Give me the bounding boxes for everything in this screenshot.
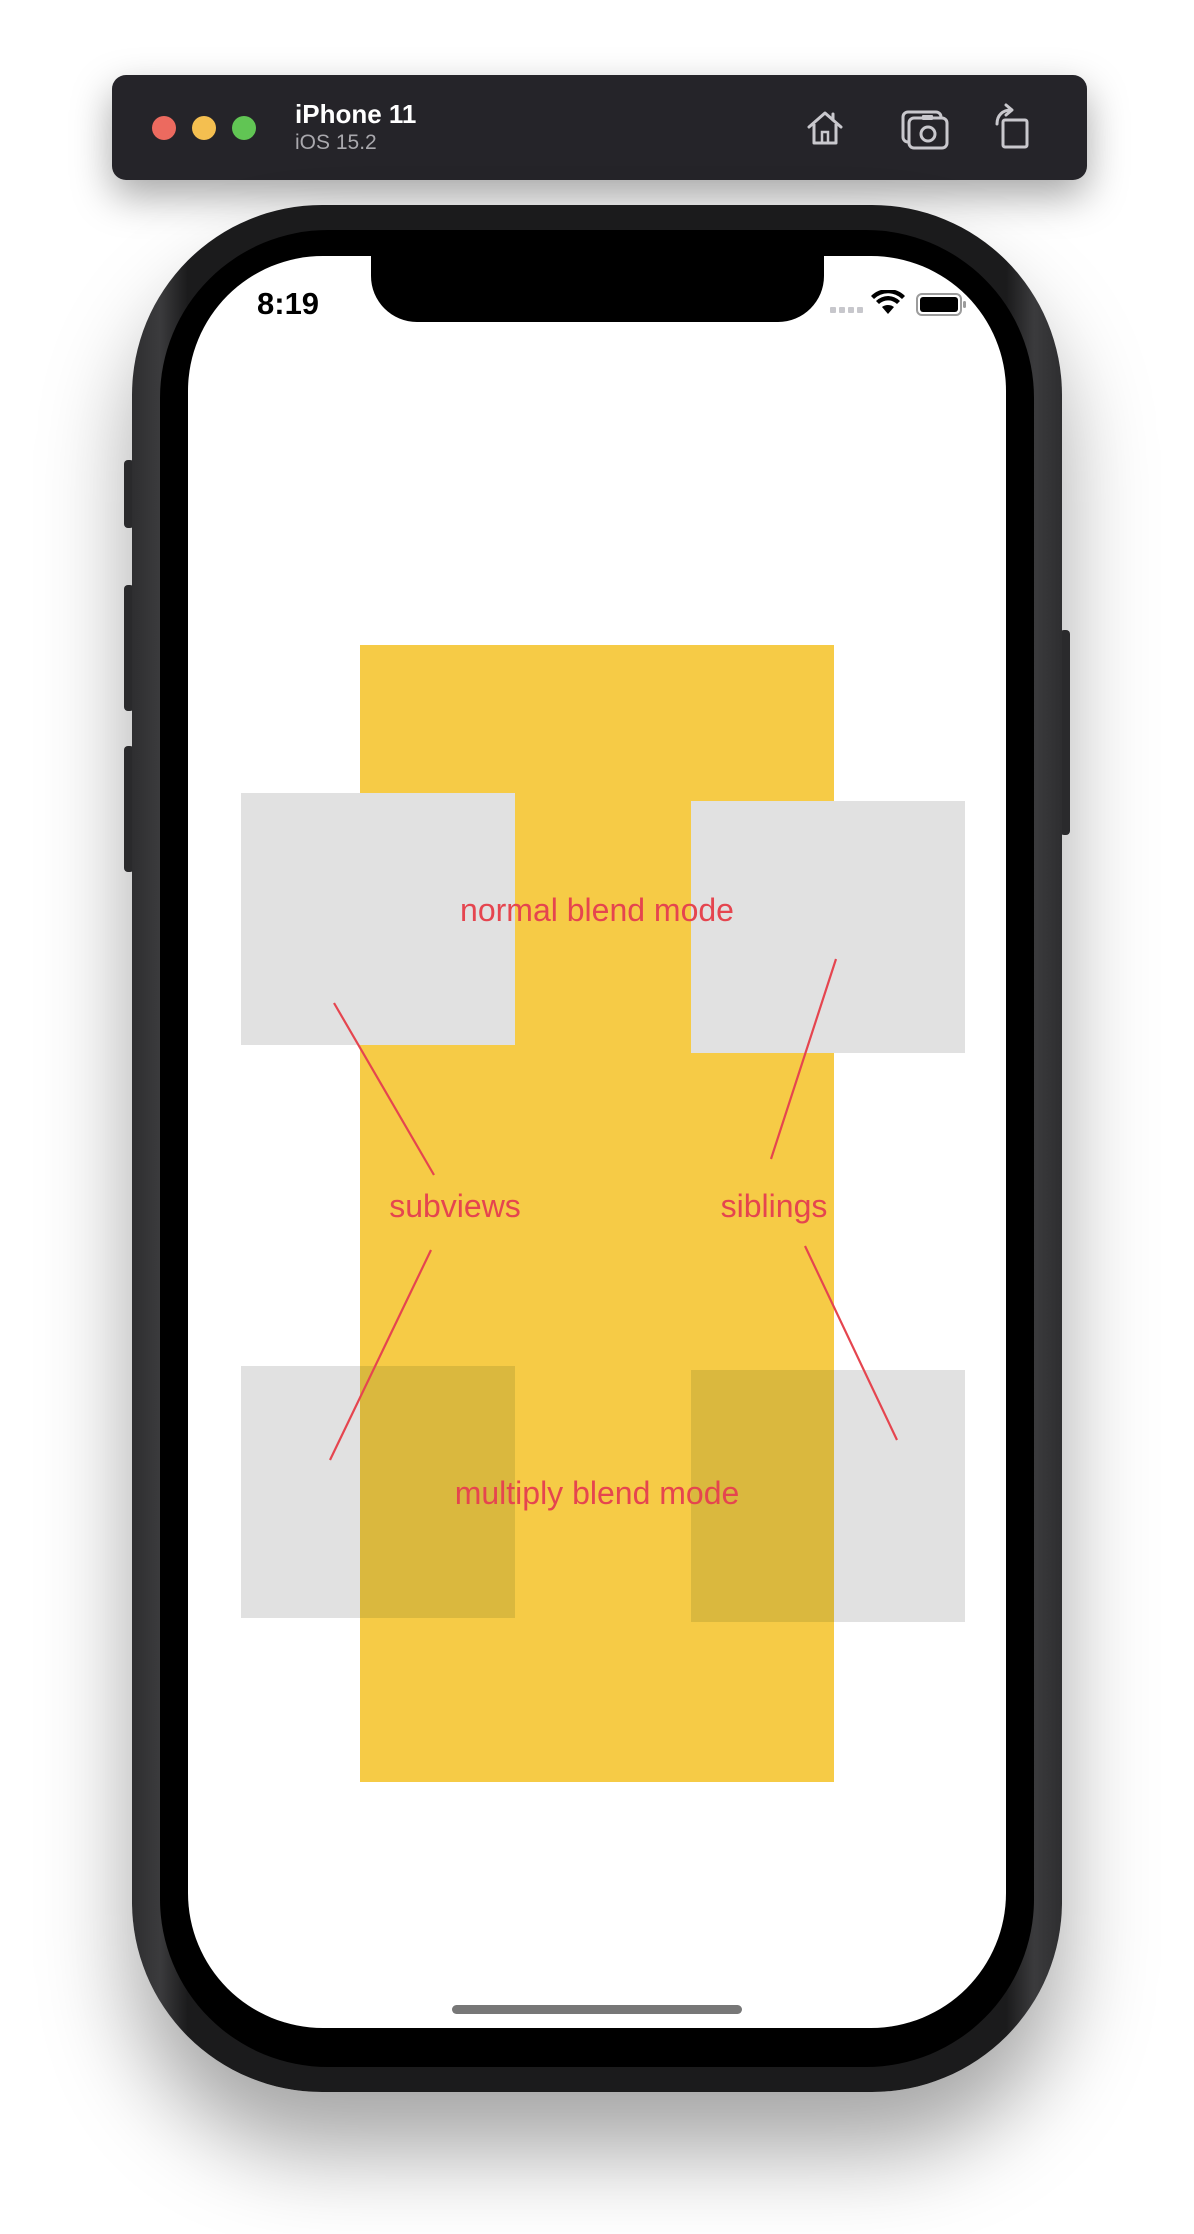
rotate-button[interactable] bbox=[989, 102, 1041, 154]
minimize-window-button[interactable] bbox=[192, 116, 216, 140]
subviews-line-bottom bbox=[329, 1249, 432, 1461]
wifi-icon bbox=[871, 290, 905, 314]
zoom-window-button[interactable] bbox=[232, 116, 256, 140]
siblings-line-bottom bbox=[804, 1245, 898, 1441]
siblings-label: siblings bbox=[720, 1188, 828, 1224]
simulator-toolbar: iPhone 11 iOS 15.2 bbox=[112, 75, 1087, 180]
status-time: 8:19 bbox=[257, 286, 320, 321]
os-version: iOS 15.2 bbox=[295, 131, 377, 154]
battery-icon bbox=[916, 293, 966, 316]
rotate-icon bbox=[995, 103, 1029, 149]
home-button[interactable] bbox=[799, 102, 851, 154]
close-window-button[interactable] bbox=[152, 116, 176, 140]
simulator-window: iPhone 11 iOS 15.2 normal blend mode sub… bbox=[0, 0, 1194, 2234]
screenshot-button[interactable] bbox=[899, 102, 951, 154]
device-screen[interactable]: normal blend mode subviews siblings mult… bbox=[188, 256, 1006, 2028]
device-name: iPhone 11 bbox=[295, 99, 417, 129]
subviews-line-top bbox=[333, 1002, 435, 1176]
home-indicator[interactable] bbox=[452, 2005, 742, 2014]
subviews-label: subviews bbox=[389, 1188, 521, 1224]
status-icons bbox=[830, 290, 966, 316]
annotation-lines bbox=[329, 958, 898, 1461]
normal-blend-mode-label: normal blend mode bbox=[460, 892, 734, 928]
home-icon bbox=[807, 111, 843, 145]
siblings-line-top bbox=[769, 958, 838, 1160]
cellular-signal-icon bbox=[830, 307, 863, 313]
screenshot-icon bbox=[901, 110, 949, 150]
multiply-blend-mode-label: multiply blend mode bbox=[454, 1475, 740, 1511]
notch bbox=[371, 256, 824, 322]
